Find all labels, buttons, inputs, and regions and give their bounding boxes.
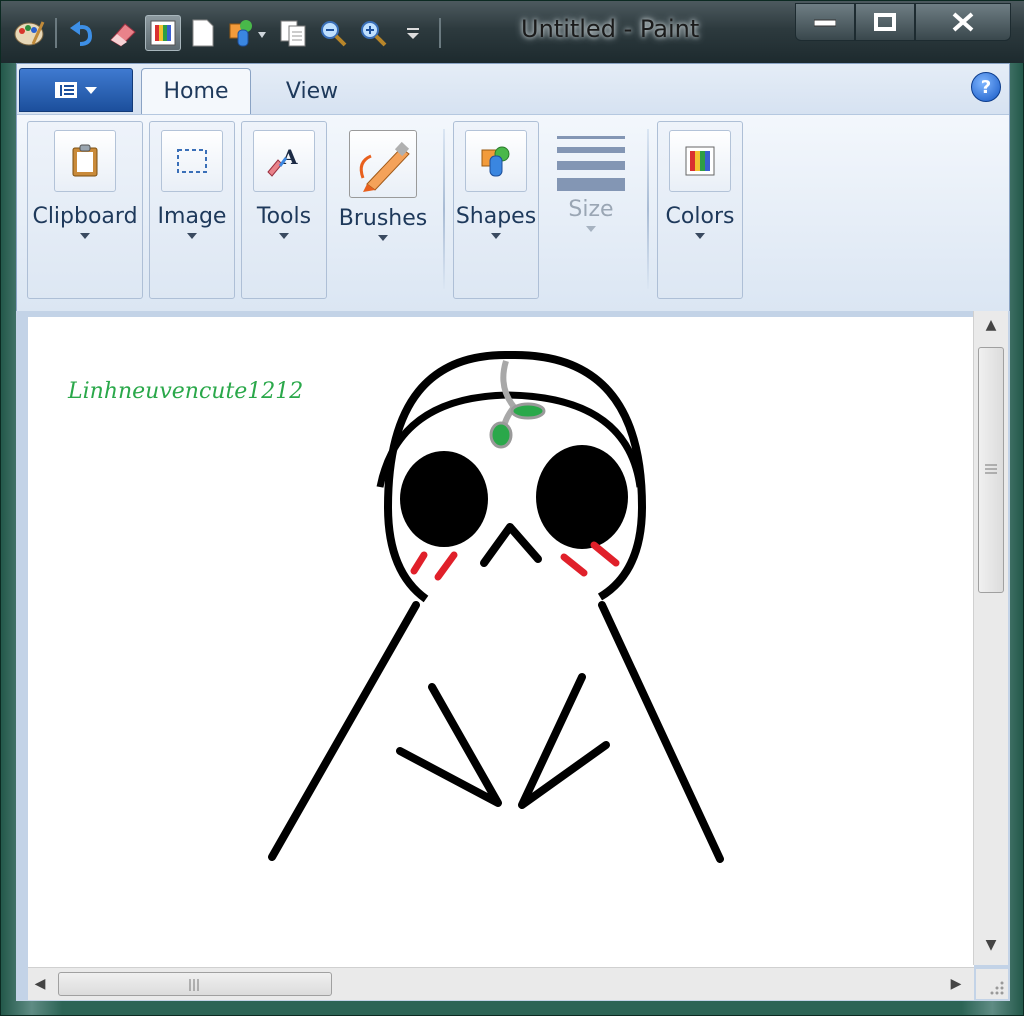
zoom-out-icon[interactable] xyxy=(315,15,351,51)
scroll-left-icon[interactable]: ◀ xyxy=(30,974,50,994)
stick-figure-drawing xyxy=(268,350,724,863)
help-icon[interactable]: ? xyxy=(971,72,1001,102)
chevron-down-icon xyxy=(187,233,197,239)
quick-access-toolbar xyxy=(11,11,445,55)
paint-window: Untitled - Paint Home View ? Clipboard I… xyxy=(0,0,1024,1016)
ribbon: Home View ? Clipboard Image A Tools Brus… xyxy=(16,63,1010,311)
horizontal-scroll-thumb[interactable] xyxy=(58,972,332,996)
ribbon-panel-home: Clipboard Image A Tools Brushes Shapes S… xyxy=(17,114,1009,311)
toolbar-separator xyxy=(55,18,57,48)
paint-app-icon[interactable] xyxy=(11,15,47,51)
eraser-icon[interactable] xyxy=(105,15,141,51)
tab-home[interactable]: Home xyxy=(141,68,251,114)
tools-icon: A xyxy=(253,130,315,192)
ribbon-tabs: Home View ? xyxy=(17,64,1009,114)
close-button[interactable] xyxy=(915,3,1011,41)
group-label: Tools xyxy=(256,204,312,229)
group-label: Size xyxy=(568,197,614,222)
colors-icon xyxy=(669,130,731,192)
group-shapes[interactable]: Shapes xyxy=(453,121,539,299)
group-tools[interactable]: A Tools xyxy=(241,121,327,299)
chevron-down-icon xyxy=(279,233,289,239)
new-file-icon[interactable] xyxy=(185,15,221,51)
group-brushes[interactable]: Brushes xyxy=(333,121,433,299)
group-colors[interactable]: Colors xyxy=(657,121,743,299)
chevron-down-icon xyxy=(80,233,90,239)
file-menu-button[interactable] xyxy=(19,68,133,112)
chevron-down-icon xyxy=(378,235,388,241)
shapes-tool-icon[interactable] xyxy=(225,15,271,51)
group-clipboard[interactable]: Clipboard xyxy=(27,121,143,299)
group-label: Image xyxy=(157,204,227,229)
caption-buttons xyxy=(795,3,1011,41)
group-label: Brushes xyxy=(338,206,428,231)
chevron-down-icon xyxy=(695,233,705,239)
brush-icon xyxy=(349,130,417,198)
tab-view[interactable]: View xyxy=(267,68,357,114)
window-title: Untitled - Paint xyxy=(521,15,700,43)
toolbar-separator xyxy=(439,18,441,48)
color-picker-icon[interactable] xyxy=(145,15,181,51)
canvas-workspace: Linhneuvencute1212 ▲ ▼ ◀ ▶ xyxy=(16,311,1010,1001)
svg-text:A: A xyxy=(281,145,298,169)
copy-icon[interactable] xyxy=(275,15,311,51)
group-size: Size xyxy=(545,121,637,299)
shapes-icon xyxy=(465,130,527,192)
vertical-scrollbar[interactable]: ▲ ▼ xyxy=(973,311,1008,965)
chevron-down-icon xyxy=(586,226,596,232)
maximize-button[interactable] xyxy=(855,3,915,41)
customize-toolbar-icon[interactable] xyxy=(395,15,431,51)
select-icon xyxy=(161,130,223,192)
chevron-down-icon xyxy=(491,233,501,239)
group-separator xyxy=(443,129,445,289)
group-separator xyxy=(647,129,649,289)
minimize-button[interactable] xyxy=(795,3,855,41)
drawing-canvas[interactable]: Linhneuvencute1212 xyxy=(28,317,974,971)
resize-grip-icon[interactable] xyxy=(976,969,1008,999)
scroll-up-icon[interactable]: ▲ xyxy=(981,315,1001,335)
group-label: Shapes xyxy=(455,204,537,229)
vertical-scroll-thumb[interactable] xyxy=(978,347,1004,593)
size-icon xyxy=(557,136,625,191)
clipboard-icon xyxy=(54,130,116,192)
undo-icon[interactable] xyxy=(65,15,101,51)
horizontal-scrollbar[interactable]: ◀ ▶ xyxy=(28,967,974,1000)
zoom-in-icon[interactable] xyxy=(355,15,391,51)
scroll-down-icon[interactable]: ▼ xyxy=(981,935,1001,955)
title-bar: Untitled - Paint xyxy=(1,1,1024,63)
group-label: Colors xyxy=(665,204,735,229)
group-image[interactable]: Image xyxy=(149,121,235,299)
group-label: Clipboard xyxy=(32,204,138,229)
scroll-right-icon[interactable]: ▶ xyxy=(946,974,966,994)
